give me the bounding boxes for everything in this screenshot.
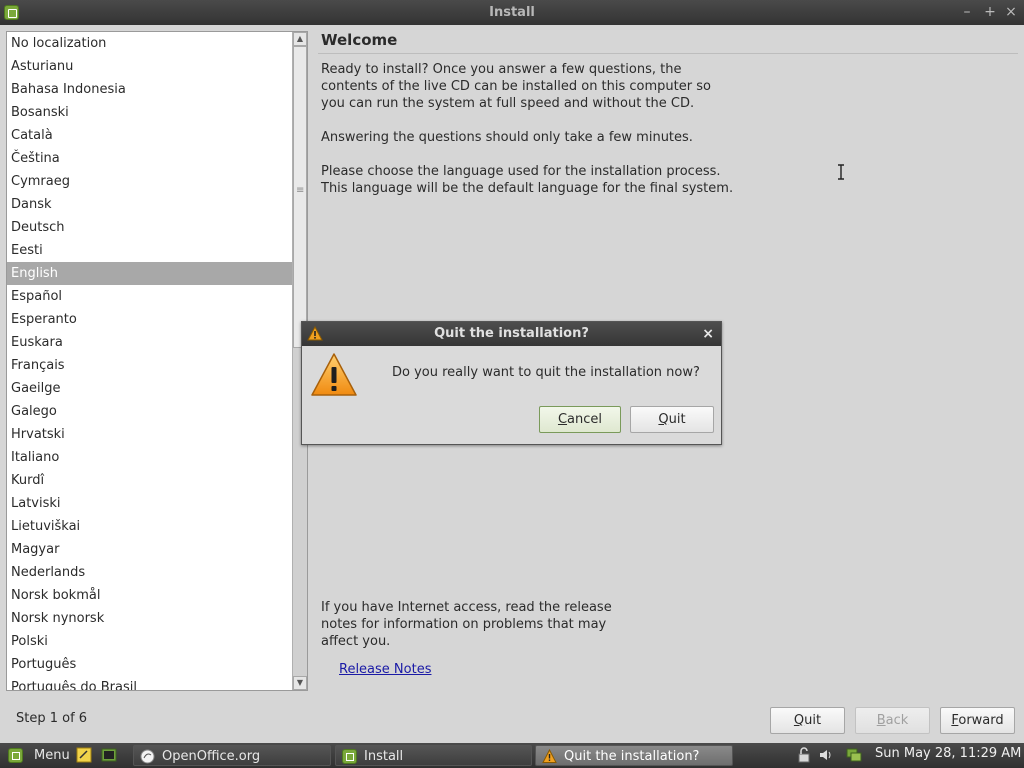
dialog-quit-mnemonic: Q [658, 412, 669, 427]
minimize-button[interactable]: – [958, 3, 976, 21]
clock[interactable]: Sun May 28, 11:29 AM [875, 746, 1021, 761]
quit-confirmation-dialog: Quit the installation? × Do you really w… [301, 321, 722, 445]
language-list-item[interactable]: Hrvatski [7, 423, 293, 446]
language-list-item[interactable]: Esperanto [7, 308, 293, 331]
language-list-item[interactable]: Euskara [7, 331, 293, 354]
back-mnemonic: B [876, 713, 886, 728]
language-list-item[interactable]: Lietuviškai [7, 515, 293, 538]
language-list-item[interactable]: Dansk [7, 193, 293, 216]
large-warning-icon [311, 353, 357, 396]
taskbar-item-openoffice[interactable]: OpenOffice.org [133, 745, 331, 766]
back-label: ack [885, 713, 909, 728]
installer-task-icon [342, 749, 357, 764]
language-list-item[interactable]: Bahasa Indonesia [7, 78, 293, 101]
warning-task-icon [542, 749, 557, 763]
lock-icon[interactable] [796, 747, 812, 763]
menu-label: Menu [34, 748, 70, 763]
language-list-item[interactable]: Kurdî [7, 469, 293, 492]
release-notes-link[interactable]: Release Notes [339, 662, 431, 677]
intro-line: Ready to install? Once you answer a few … [321, 62, 682, 77]
step-indicator: Step 1 of 6 [16, 711, 88, 726]
close-window-button[interactable]: × [1002, 3, 1020, 21]
scroll-down-arrow-icon[interactable]: ▼ [293, 676, 307, 690]
dialog-close-icon[interactable]: × [702, 322, 714, 346]
task-label: Quit the installation? [564, 749, 700, 764]
language-list-item[interactable]: English [7, 262, 293, 285]
language-list-item[interactable]: Português do Brasil [7, 676, 293, 690]
language-list-item[interactable]: Català [7, 124, 293, 147]
forward-label: orward [958, 713, 1004, 728]
language-list-item[interactable]: Magyar [7, 538, 293, 561]
language-list-item[interactable]: Italiano [7, 446, 293, 469]
dialog-message: Do you really want to quit the installat… [392, 365, 700, 380]
intro-line: you can run the system at full speed and… [321, 96, 695, 111]
maximize-button[interactable]: + [981, 3, 999, 21]
scroll-up-arrow-icon[interactable]: ▲ [293, 32, 307, 46]
language-list-item[interactable]: Latviski [7, 492, 293, 515]
language-list-items: No localization Asturianu Bahasa Indonesia… [7, 32, 293, 690]
language-instruction-paragraph: Please choose the language used for the … [321, 163, 751, 197]
language-list-item[interactable]: Norsk nynorsk [7, 607, 293, 630]
openoffice-icon [140, 749, 155, 764]
language-list-item[interactable]: No localization [7, 32, 293, 55]
scrollbar-thumb[interactable] [293, 46, 307, 348]
cancel-label: ancel [567, 412, 603, 427]
release-notes-line: affect you. [321, 634, 391, 649]
cancel-button[interactable]: Cancel [539, 406, 621, 433]
instruction-line: This language will be the default langua… [321, 181, 734, 196]
intro-line: contents of the live CD can be installed… [321, 79, 711, 94]
dialog-titlebar[interactable]: Quit the installation? × [302, 322, 721, 346]
network-icon[interactable] [846, 747, 862, 763]
language-list-item[interactable]: Eesti [7, 239, 293, 262]
mint-logo-icon [8, 748, 23, 763]
taskbar-item-install[interactable]: Install [335, 745, 532, 766]
menu-button[interactable]: Menu [4, 745, 74, 766]
terminal-launcher-icon[interactable] [101, 747, 117, 763]
taskbar-item-quit-dialog[interactable]: Quit the installation? [535, 745, 733, 766]
volume-icon[interactable] [818, 747, 834, 763]
quit-label: uit [804, 713, 822, 728]
language-list-item[interactable]: Galego [7, 400, 293, 423]
language-list-item[interactable]: Polski [7, 630, 293, 653]
warning-icon [307, 326, 323, 341]
intro-paragraph: Ready to install? Once you answer a few … [321, 61, 721, 112]
language-list-item[interactable]: Bosanski [7, 101, 293, 124]
text-cursor-icon [838, 164, 844, 180]
instruction-line: Please choose the language used for the … [321, 164, 721, 179]
language-list-item[interactable]: Português [7, 653, 293, 676]
release-notes-line: If you have Internet access, read the re… [321, 600, 612, 615]
forward-button[interactable]: Forward [940, 707, 1015, 734]
back-button[interactable]: Back [855, 707, 930, 734]
dialog-title: Quit the installation? [434, 326, 589, 341]
language-list-item[interactable]: Čeština [7, 147, 293, 170]
language-list-item[interactable]: Norsk bokmål [7, 584, 293, 607]
release-notes-line: notes for information on problems that m… [321, 617, 607, 632]
language-list-item[interactable]: Deutsch [7, 216, 293, 239]
language-list-item[interactable]: Asturianu [7, 55, 293, 78]
language-list-item[interactable]: Cymraeg [7, 170, 293, 193]
taskbar: Menu OpenOffice.org Install Quit the ins… [0, 743, 1024, 768]
language-list[interactable]: No localization Asturianu Bahasa Indonesia… [6, 31, 308, 691]
page-title: Welcome [321, 31, 398, 49]
quit-button[interactable]: Quit [770, 707, 845, 734]
quit-mnemonic: Q [793, 713, 805, 728]
window-titlebar[interactable]: Install – + × [0, 0, 1024, 25]
cancel-mnemonic: C [557, 412, 568, 427]
language-list-item[interactable]: Español [7, 285, 293, 308]
heading-divider [318, 53, 1018, 54]
language-list-item[interactable]: Gaeilge [7, 377, 293, 400]
duration-paragraph: Answering the questions should only take… [321, 130, 693, 145]
dialog-quit-button[interactable]: Quit [630, 406, 714, 433]
language-list-item[interactable]: Nederlands [7, 561, 293, 584]
task-label: Install [364, 749, 404, 764]
dialog-quit-label: uit [668, 412, 686, 427]
text-editor-launcher-icon[interactable] [76, 747, 92, 763]
release-notes-paragraph: If you have Internet access, read the re… [321, 599, 621, 650]
window-title: Install [489, 5, 535, 20]
language-list-item[interactable]: Français [7, 354, 293, 377]
task-label: OpenOffice.org [162, 749, 261, 764]
